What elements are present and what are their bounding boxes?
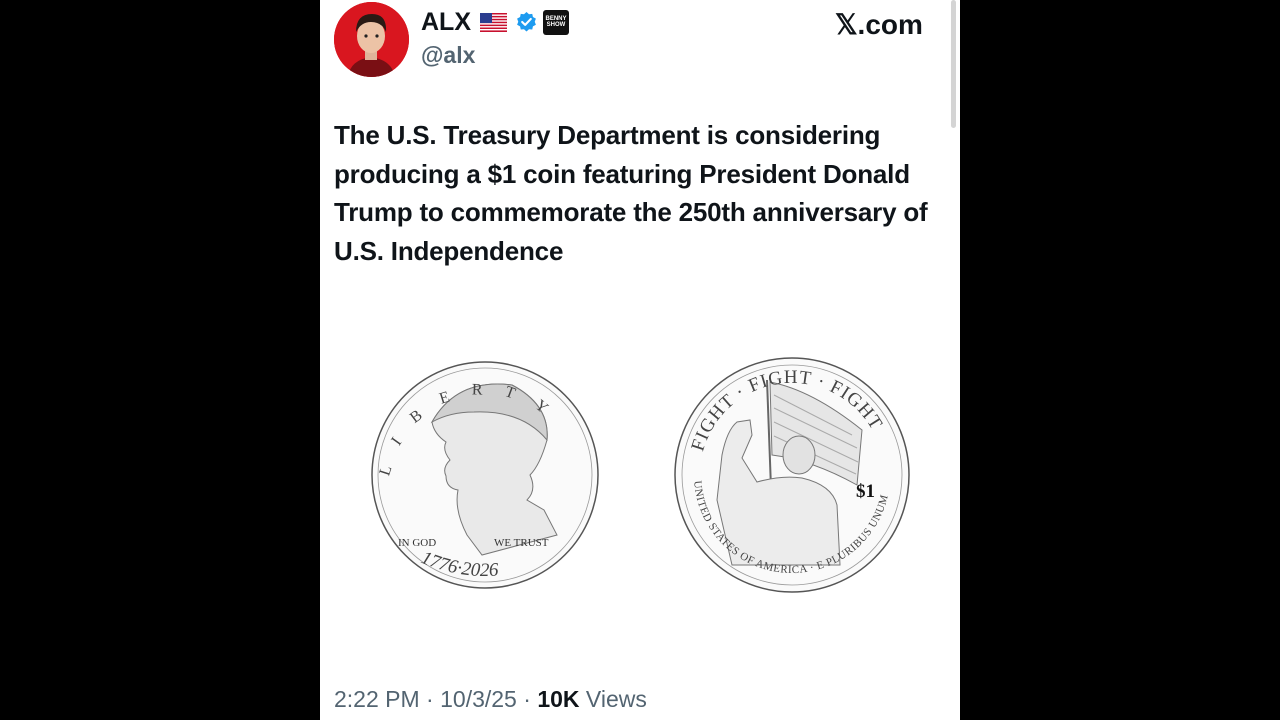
avatar[interactable] xyxy=(334,2,409,77)
meta-separator: · xyxy=(426,686,441,712)
tweet-text: The U.S. Treasury Department is consider… xyxy=(334,120,928,266)
reverse-denomination: $1 xyxy=(856,481,875,502)
tweet-time[interactable]: 2:22 PM xyxy=(334,686,420,712)
tweet-meta: 2:22 PM · 10/3/25 · 10K Views xyxy=(334,686,647,713)
meta-separator: · xyxy=(523,686,538,712)
author-handle[interactable]: @alx xyxy=(421,42,475,69)
us-flag-icon xyxy=(480,13,507,32)
obverse-motto-left: IN GOD xyxy=(398,537,436,549)
scrollbar[interactable] xyxy=(951,0,956,128)
affiliate-badge[interactable]: BENNY SHOW xyxy=(543,10,569,35)
obverse-motto-right: WE TRUST xyxy=(494,537,549,549)
verified-badge-icon xyxy=(517,11,536,32)
reverse-coin: FIGHT · FIGHT · FIGHT $1 UNITED STATES O… xyxy=(674,357,910,593)
avatar-portrait xyxy=(334,2,409,77)
obverse-coin: LIBERTY IN GOD WE TRUST 1776·2026 xyxy=(371,361,599,589)
author-name[interactable]: ALX xyxy=(421,8,471,37)
site-logo: 𝕏.com xyxy=(835,9,923,40)
coin-image[interactable]: LIBERTY IN GOD WE TRUST 1776·2026 FIGHT … xyxy=(362,350,922,600)
tweet-date[interactable]: 10/3/25 xyxy=(440,686,517,712)
views-count: 10K xyxy=(537,686,580,712)
views-label: Views xyxy=(585,686,647,712)
